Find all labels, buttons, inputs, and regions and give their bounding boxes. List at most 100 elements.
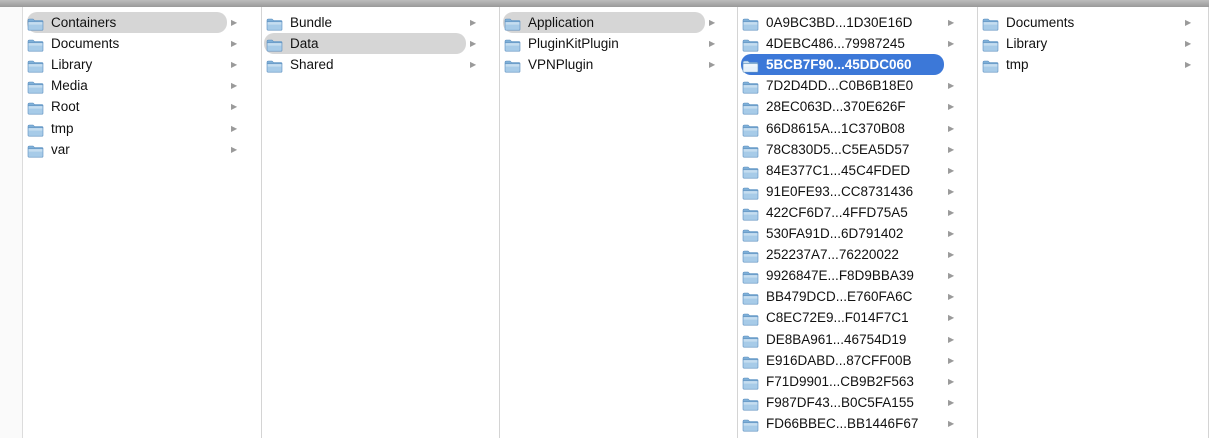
folder-icon <box>266 16 283 31</box>
folder-icon <box>742 16 759 31</box>
folder-icon <box>27 37 44 52</box>
folder-label: Documents <box>1006 15 1075 30</box>
chevron-right-icon: ▶ <box>709 60 716 69</box>
folder-row[interactable]: 78C830D5...C5EA5D57 ▶ <box>742 139 958 160</box>
folder-icon <box>742 185 759 200</box>
chevron-right-icon: ▶ <box>1185 60 1192 69</box>
folder-icon <box>742 396 759 411</box>
chevron-right-icon: ▶ <box>948 356 955 365</box>
folder-label: Root <box>51 99 80 114</box>
folder-row[interactable]: 9926847E...F8D9BBA39 ▶ <box>742 265 958 286</box>
chevron-right-icon: ▶ <box>948 271 955 280</box>
folder-label: F987DF43...B0C5FA155 <box>766 395 914 410</box>
chevron-right-icon: ▶ <box>948 250 955 259</box>
folder-icon <box>742 122 759 137</box>
folder-icon <box>742 164 759 179</box>
chevron-right-icon: ▶ <box>948 39 955 48</box>
chevron-right-icon: ▶ <box>948 208 955 217</box>
chevron-right-icon: ▶ <box>231 102 238 111</box>
folder-label: VPNPlugin <box>528 57 594 72</box>
folder-row[interactable]: Shared ▶ <box>266 54 480 75</box>
folder-row[interactable]: 28EC063D...370E626F ▶ <box>742 96 958 117</box>
folder-row[interactable]: tmp ▶ <box>27 118 241 139</box>
chevron-right-icon: ▶ <box>470 39 477 48</box>
folder-icon <box>742 354 759 369</box>
folder-row[interactable]: Data ▶ <box>266 33 480 54</box>
chevron-right-icon: ▶ <box>1185 18 1192 27</box>
folder-row[interactable]: F987DF43...B0C5FA155 ▶ <box>742 392 958 413</box>
folder-row[interactable]: Bundle ▶ <box>266 12 480 33</box>
folder-icon <box>742 269 759 284</box>
browser-column-3[interactable]: Application ▶ PluginKitPlugin ▶ VPNPlugin ▶ <box>500 7 738 438</box>
folder-icon <box>27 79 44 94</box>
folder-icon <box>27 122 44 137</box>
folder-row[interactable]: Media ▶ <box>27 75 241 96</box>
folder-row[interactable]: Library ▶ <box>27 54 241 75</box>
chevron-right-icon: ▶ <box>709 18 716 27</box>
folder-row[interactable]: var ▶ <box>27 139 241 160</box>
browser-column-1[interactable]: Containers ▶ Documents ▶ Library ▶ Media ▶ Root ▶… <box>23 7 262 438</box>
folder-icon <box>742 375 759 390</box>
chevron-right-icon: ▶ <box>470 60 477 69</box>
folder-row[interactable]: 66D8615A...1C370B08 ▶ <box>742 118 958 139</box>
folder-row[interactable]: 5BCB7F90...45DDC060 ▶ <box>742 54 958 75</box>
folder-row[interactable]: 252237A7...76220022 ▶ <box>742 244 958 265</box>
folder-icon <box>504 16 521 31</box>
window-top-edge <box>0 0 1209 7</box>
chevron-right-icon: ▶ <box>231 124 238 133</box>
folder-row[interactable]: 0A9BC3BD...1D30E16D ▶ <box>742 12 958 33</box>
browser-column-4[interactable]: 0A9BC3BD...1D30E16D ▶ 4DEBC486...79987245 ▶… <box>738 7 978 438</box>
chevron-right-icon: ▶ <box>948 292 955 301</box>
chevron-right-icon: ▶ <box>948 335 955 344</box>
folder-row[interactable]: Library ▶ <box>982 33 1195 54</box>
folder-row[interactable]: 91E0FE93...CC8731436 ▶ <box>742 181 958 202</box>
folder-row[interactable]: Containers ▶ <box>27 12 241 33</box>
folder-label: tmp <box>1006 57 1029 72</box>
folder-label: tmp <box>51 121 74 136</box>
folder-row[interactable]: DE8BA961...46754D19 ▶ <box>742 329 958 350</box>
folder-row[interactable]: 4DEBC486...79987245 ▶ <box>742 33 958 54</box>
folder-row[interactable]: FD66BBEC...BB1446F67 ▶ <box>742 413 958 434</box>
folder-row[interactable]: BB479DCD...E760FA6C ▶ <box>742 286 958 307</box>
folder-icon <box>742 143 759 158</box>
chevron-right-icon: ▶ <box>948 377 955 386</box>
folder-row[interactable]: PluginKitPlugin ▶ <box>504 33 719 54</box>
chevron-right-icon: ▶ <box>948 398 955 407</box>
folder-row[interactable]: E916DABD...87CFF00B ▶ <box>742 350 958 371</box>
folder-icon <box>742 206 759 221</box>
folder-row[interactable]: 530FA91D...6D791402 ▶ <box>742 223 958 244</box>
folder-row[interactable]: Documents ▶ <box>982 12 1195 33</box>
folder-row[interactable]: C8EC72E9...F014F7C1 ▶ <box>742 307 958 328</box>
folder-row[interactable]: VPNPlugin ▶ <box>504 54 719 75</box>
folder-label: 78C830D5...C5EA5D57 <box>766 142 910 157</box>
folder-row[interactable]: F71D9901...CB9B2F563 ▶ <box>742 371 958 392</box>
folder-icon <box>266 37 283 52</box>
folder-label: 0A9BC3BD...1D30E16D <box>766 15 913 30</box>
folder-icon <box>27 143 44 158</box>
folder-label: Library <box>1006 36 1048 51</box>
chevron-right-icon: ▶ <box>709 39 716 48</box>
folder-row[interactable]: tmp ▶ <box>982 54 1195 75</box>
folder-row[interactable]: Root ▶ <box>27 96 241 117</box>
folder-row[interactable]: Application ▶ <box>504 12 719 33</box>
chevron-right-icon: ▶ <box>948 60 955 69</box>
folder-row[interactable]: 84E377C1...45C4FDED ▶ <box>742 160 958 181</box>
folder-icon <box>982 16 999 31</box>
folder-label: Shared <box>290 57 334 72</box>
browser-column-2[interactable]: Bundle ▶ Data ▶ Shared ▶ <box>262 7 500 438</box>
folder-row[interactable]: 422CF6D7...4FFD75A5 ▶ <box>742 202 958 223</box>
chevron-right-icon: ▶ <box>948 124 955 133</box>
folder-row[interactable]: Documents ▶ <box>27 33 241 54</box>
folder-label: PluginKitPlugin <box>528 36 619 51</box>
chevron-right-icon: ▶ <box>948 313 955 322</box>
folder-label: 28EC063D...370E626F <box>766 99 906 114</box>
chevron-right-icon: ▶ <box>948 166 955 175</box>
chevron-right-icon: ▶ <box>948 419 955 428</box>
folder-row[interactable]: 7D2D4DD...C0B6B18E0 ▶ <box>742 75 958 96</box>
browser-column-5[interactable]: Documents ▶ Library ▶ tmp ▶ <box>978 7 1209 438</box>
folder-icon <box>742 290 759 305</box>
chevron-right-icon: ▶ <box>948 102 955 111</box>
folder-icon <box>742 248 759 263</box>
chevron-right-icon: ▶ <box>948 187 955 196</box>
chevron-right-icon: ▶ <box>470 18 477 27</box>
